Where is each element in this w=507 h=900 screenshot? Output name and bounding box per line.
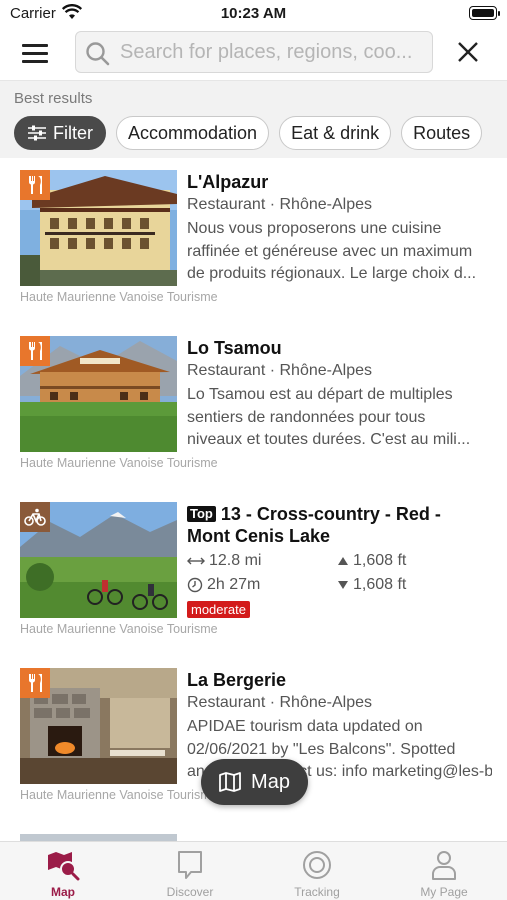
sliders-icon	[28, 125, 46, 141]
ascent-stat: 1,608 ft	[337, 552, 406, 570]
ascent-icon	[338, 557, 348, 565]
fork-knife-icon	[20, 170, 50, 200]
result-description: Lo Tsamou est au départ de multiples sen…	[187, 386, 471, 448]
record-icon	[254, 849, 380, 881]
list-item[interactable]: L'Alpazur Restaurant · Rhône-Alpes Nous …	[0, 158, 507, 324]
person-icon	[381, 849, 507, 881]
photo-credit: Haute Maurienne Vanoise Tourisme	[20, 622, 218, 636]
list-item[interactable]: Top 13 - Cross-country - Red - Mont Cenis…	[0, 490, 507, 656]
photo-credit: Haute Maurienne Vanoise Tourisme	[20, 788, 218, 802]
eat-drink-chip[interactable]: Eat & drink	[279, 116, 392, 150]
result-subtitle: Restaurant · Rhône-Alpes	[187, 694, 372, 711]
map-button[interactable]: Map	[201, 759, 308, 805]
tab-bar: Map Discover Tracking My Page	[0, 841, 507, 900]
hamburger-icon	[22, 44, 48, 47]
battery-icon	[469, 6, 500, 20]
descent-icon	[338, 581, 348, 589]
result-title: La Bergerie	[187, 670, 287, 690]
result-title: Lo Tsamou	[187, 338, 282, 358]
clock-icon	[187, 577, 203, 593]
fork-knife-icon	[20, 668, 50, 698]
result-subtitle: Restaurant · Rhône-Alpes	[187, 362, 372, 379]
result-photo	[20, 668, 177, 784]
top-bar	[0, 28, 507, 80]
search-icon	[85, 41, 111, 72]
close-icon	[458, 42, 478, 62]
map-icon	[219, 772, 241, 792]
menu-button[interactable]	[22, 40, 58, 66]
duration-stat: 2h 27m	[187, 576, 260, 594]
descent-stat: 1,608 ft	[337, 576, 406, 594]
tab-my-page[interactable]: My Page	[381, 842, 507, 900]
result-subtitle: Restaurant · Rhône-Alpes	[187, 196, 372, 213]
filter-chip[interactable]: Filter	[14, 116, 106, 150]
result-description: Nous vous proposerons une cuisine raffin…	[187, 220, 477, 282]
result-title: Top 13 - Cross-country - Red - Mont Cenis…	[187, 504, 441, 546]
result-title: L'Alpazur	[187, 172, 269, 192]
routes-chip[interactable]: Routes	[401, 116, 483, 150]
status-bar: Carrier 10:23 AM	[0, 0, 507, 28]
tab-tracking[interactable]: Tracking	[254, 842, 380, 900]
distance-stat: 12.8 mi	[187, 552, 261, 570]
top-tag: Top	[187, 506, 216, 522]
fork-knife-icon	[20, 336, 50, 366]
distance-icon	[187, 557, 205, 565]
clock: 10:23 AM	[220, 5, 287, 22]
search-input[interactable]	[120, 32, 426, 72]
list-item[interactable]: Lo Tsamou Restaurant · Rhône-Alpes Lo Ts…	[0, 324, 507, 490]
filter-bar: Best results Filter Accommodation Eat & …	[0, 80, 507, 158]
photo-credit: Haute Maurienne Vanoise Tourisme	[20, 456, 218, 470]
best-results-label: Best results	[14, 90, 93, 107]
photo-credit: Haute Maurienne Vanoise Tourisme	[20, 290, 218, 304]
accommodation-chip[interactable]: Accommodation	[116, 116, 270, 150]
tab-discover[interactable]: Discover	[127, 842, 253, 900]
bicycle-icon	[20, 502, 50, 532]
result-photo	[20, 502, 177, 618]
speech-bubble-icon	[127, 849, 253, 881]
difficulty-badge: moderate	[187, 601, 250, 618]
result-photo	[20, 336, 177, 452]
close-button[interactable]	[454, 38, 482, 66]
map-search-icon	[0, 849, 126, 881]
search-field[interactable]	[75, 31, 433, 73]
tab-map[interactable]: Map	[0, 842, 126, 900]
result-photo	[20, 170, 177, 286]
